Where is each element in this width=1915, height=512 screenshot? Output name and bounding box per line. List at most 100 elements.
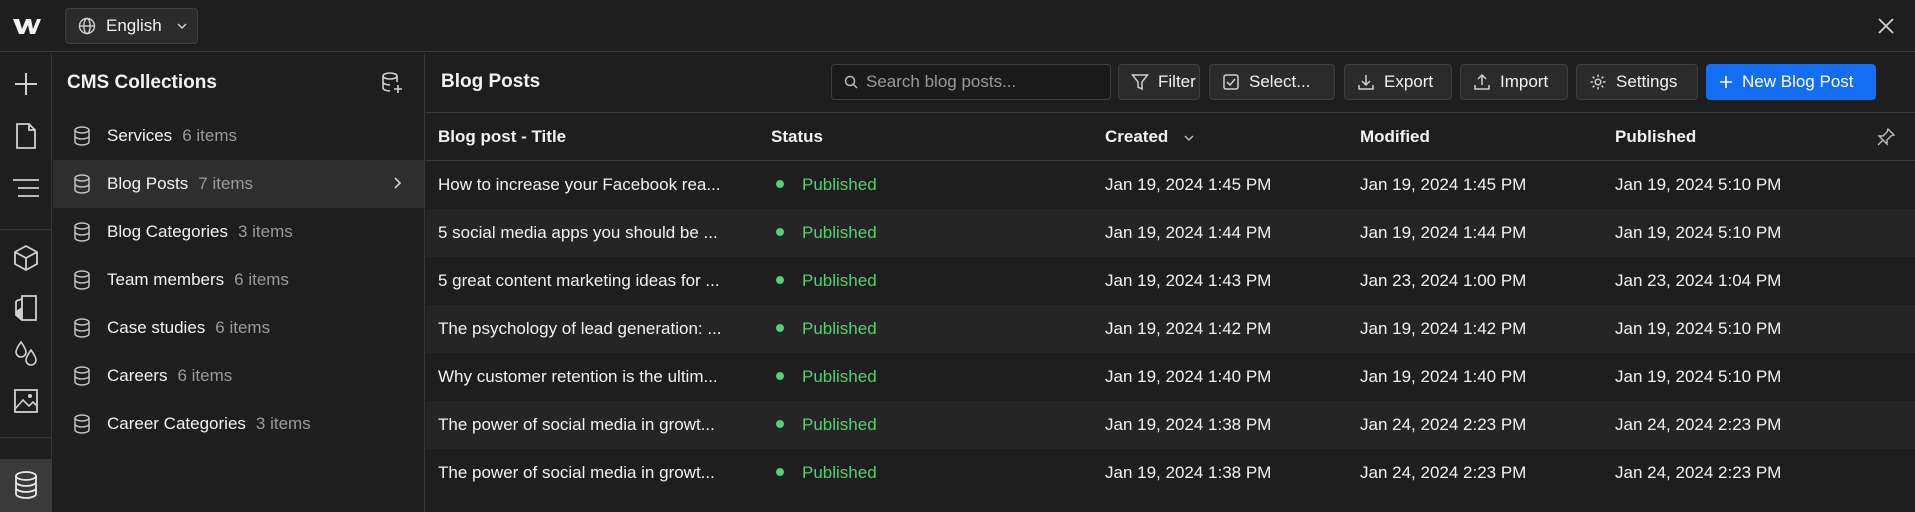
status-dot <box>776 227 784 236</box>
collection-item-blog-categories[interactable]: Blog Categories 3 items <box>53 208 424 256</box>
status-text: Published <box>802 175 877 194</box>
cell-status: Published <box>776 271 877 291</box>
cell-published: Jan 19, 2024 5:10 PM <box>1615 223 1782 242</box>
table-row[interactable]: 5 social media apps you should be ... Pu… <box>426 209 1915 257</box>
status-dot <box>776 467 784 476</box>
rail-divider <box>0 229 52 230</box>
settings-button[interactable]: Settings <box>1576 64 1698 100</box>
collection-item-case-studies[interactable]: Case studies 6 items <box>53 304 424 352</box>
main-content: Blog Posts Search blog posts... Filter S… <box>426 53 1915 512</box>
cell-created: Jan 19, 2024 1:42 PM <box>1105 319 1272 338</box>
collection-item-career-categories[interactable]: Career Categories 3 items <box>53 400 424 448</box>
add-icon[interactable] <box>11 69 41 99</box>
status-dot <box>776 275 784 284</box>
column-header-published[interactable]: Published <box>1615 127 1696 147</box>
cell-title: Why customer retention is the ultim... <box>438 367 718 386</box>
collection-count: 6 items <box>234 270 289 289</box>
globe-icon <box>78 17 96 35</box>
cell-modified: Jan 23, 2024 1:00 PM <box>1360 271 1527 290</box>
page-icon[interactable] <box>11 121 41 151</box>
select-label: Select... <box>1249 72 1311 91</box>
checkbox-icon <box>1223 74 1239 90</box>
filter-button[interactable]: Filter <box>1118 64 1200 100</box>
collections-panel: CMS Collections Services 6 items Blog Po… <box>53 53 425 512</box>
status-text: Published <box>802 415 877 434</box>
cell-published: Jan 19, 2024 5:10 PM <box>1615 367 1782 386</box>
database-icon <box>74 126 90 146</box>
search-placeholder: Search blog posts... <box>866 72 1017 91</box>
add-collection-icon[interactable] <box>380 71 404 95</box>
chevron-right-icon <box>394 177 402 189</box>
collection-count: 6 items <box>182 126 237 145</box>
collection-item-careers[interactable]: Careers 6 items <box>53 352 424 400</box>
column-header-title[interactable]: Blog post - Title <box>438 127 566 147</box>
cell-modified: Jan 24, 2024 2:23 PM <box>1360 463 1527 482</box>
table-row[interactable]: The psychology of lead generation: ... P… <box>426 305 1915 353</box>
table-row[interactable]: The power of social media in growt... Pu… <box>426 449 1915 497</box>
status-dot <box>776 179 784 188</box>
cell-modified: Jan 19, 2024 1:40 PM <box>1360 367 1527 386</box>
language-selector[interactable]: English <box>65 8 198 44</box>
table-row[interactable]: How to increase your Facebook rea... Pub… <box>426 161 1915 209</box>
cell-created: Jan 19, 2024 1:44 PM <box>1105 223 1272 242</box>
close-icon[interactable] <box>1876 16 1896 36</box>
cell-status: Published <box>776 367 877 387</box>
table-row[interactable]: Why customer retention is the ultim... P… <box>426 353 1915 401</box>
status-text: Published <box>802 319 877 338</box>
database-icon <box>74 318 90 338</box>
gear-icon <box>1590 74 1606 90</box>
variables-icon[interactable] <box>11 338 41 368</box>
cell-created: Jan 19, 2024 1:38 PM <box>1105 415 1272 434</box>
cell-title: How to increase your Facebook rea... <box>438 175 721 194</box>
plus-icon <box>1720 76 1732 88</box>
cell-published: Jan 19, 2024 5:10 PM <box>1615 175 1782 194</box>
import-button[interactable]: Import <box>1460 64 1568 100</box>
navigator-icon[interactable] <box>11 173 41 203</box>
search-input[interactable]: Search blog posts... <box>831 64 1111 100</box>
database-icon <box>74 270 90 290</box>
column-header-created[interactable]: Created <box>1105 127 1195 147</box>
pin-icon[interactable] <box>1876 127 1896 147</box>
cell-status: Published <box>776 415 877 435</box>
import-icon <box>1474 73 1490 90</box>
settings-label: Settings <box>1616 72 1678 91</box>
status-text: Published <box>802 223 877 242</box>
rail-divider <box>0 437 52 438</box>
export-icon <box>1358 75 1374 90</box>
collection-label: Careers <box>107 366 168 385</box>
webflow-logo-icon[interactable] <box>12 14 42 38</box>
cell-title: 5 social media apps you should be ... <box>438 223 718 242</box>
cell-title: The power of social media in growt... <box>438 463 715 482</box>
column-header-created-label: Created <box>1105 127 1169 146</box>
language-label: English <box>106 16 162 35</box>
database-icon <box>74 414 90 434</box>
collections-title: CMS Collections <box>67 71 217 93</box>
new-blog-post-button[interactable]: New Blog Post <box>1706 64 1876 100</box>
collection-count: 7 items <box>198 174 254 193</box>
collection-count: 6 items <box>215 318 271 337</box>
cell-title: 5 great content marketing ideas for ... <box>438 271 720 290</box>
table-row[interactable]: The power of social media in growt... Pu… <box>426 401 1915 449</box>
cell-status: Published <box>776 463 877 483</box>
left-rail <box>0 53 52 512</box>
cell-created: Jan 19, 2024 1:45 PM <box>1105 175 1272 194</box>
table-row[interactable]: 5 great content marketing ideas for ... … <box>426 257 1915 305</box>
column-header-modified[interactable]: Modified <box>1360 127 1430 147</box>
collection-count: 3 items <box>237 222 293 241</box>
column-header-status[interactable]: Status <box>771 127 823 147</box>
status-text: Published <box>802 271 877 290</box>
components-icon[interactable] <box>11 243 41 273</box>
collection-item-services[interactable]: Services 6 items <box>53 112 424 160</box>
collection-item-team-members[interactable]: Team members 6 items <box>53 256 424 304</box>
collection-item-blog-posts[interactable]: Blog Posts 7 items <box>53 160 424 208</box>
assets-icon[interactable] <box>11 386 41 416</box>
cms-icon[interactable] <box>11 470 41 500</box>
status-dot <box>776 323 784 332</box>
cell-modified: Jan 19, 2024 1:44 PM <box>1360 223 1527 242</box>
select-button[interactable]: Select... <box>1209 64 1335 100</box>
style-manager-icon[interactable] <box>11 293 41 323</box>
collection-label: Case studies <box>107 318 206 337</box>
cell-created: Jan 19, 2024 1:43 PM <box>1105 271 1272 290</box>
collection-count: 6 items <box>177 366 233 385</box>
export-button[interactable]: Export <box>1344 64 1452 100</box>
